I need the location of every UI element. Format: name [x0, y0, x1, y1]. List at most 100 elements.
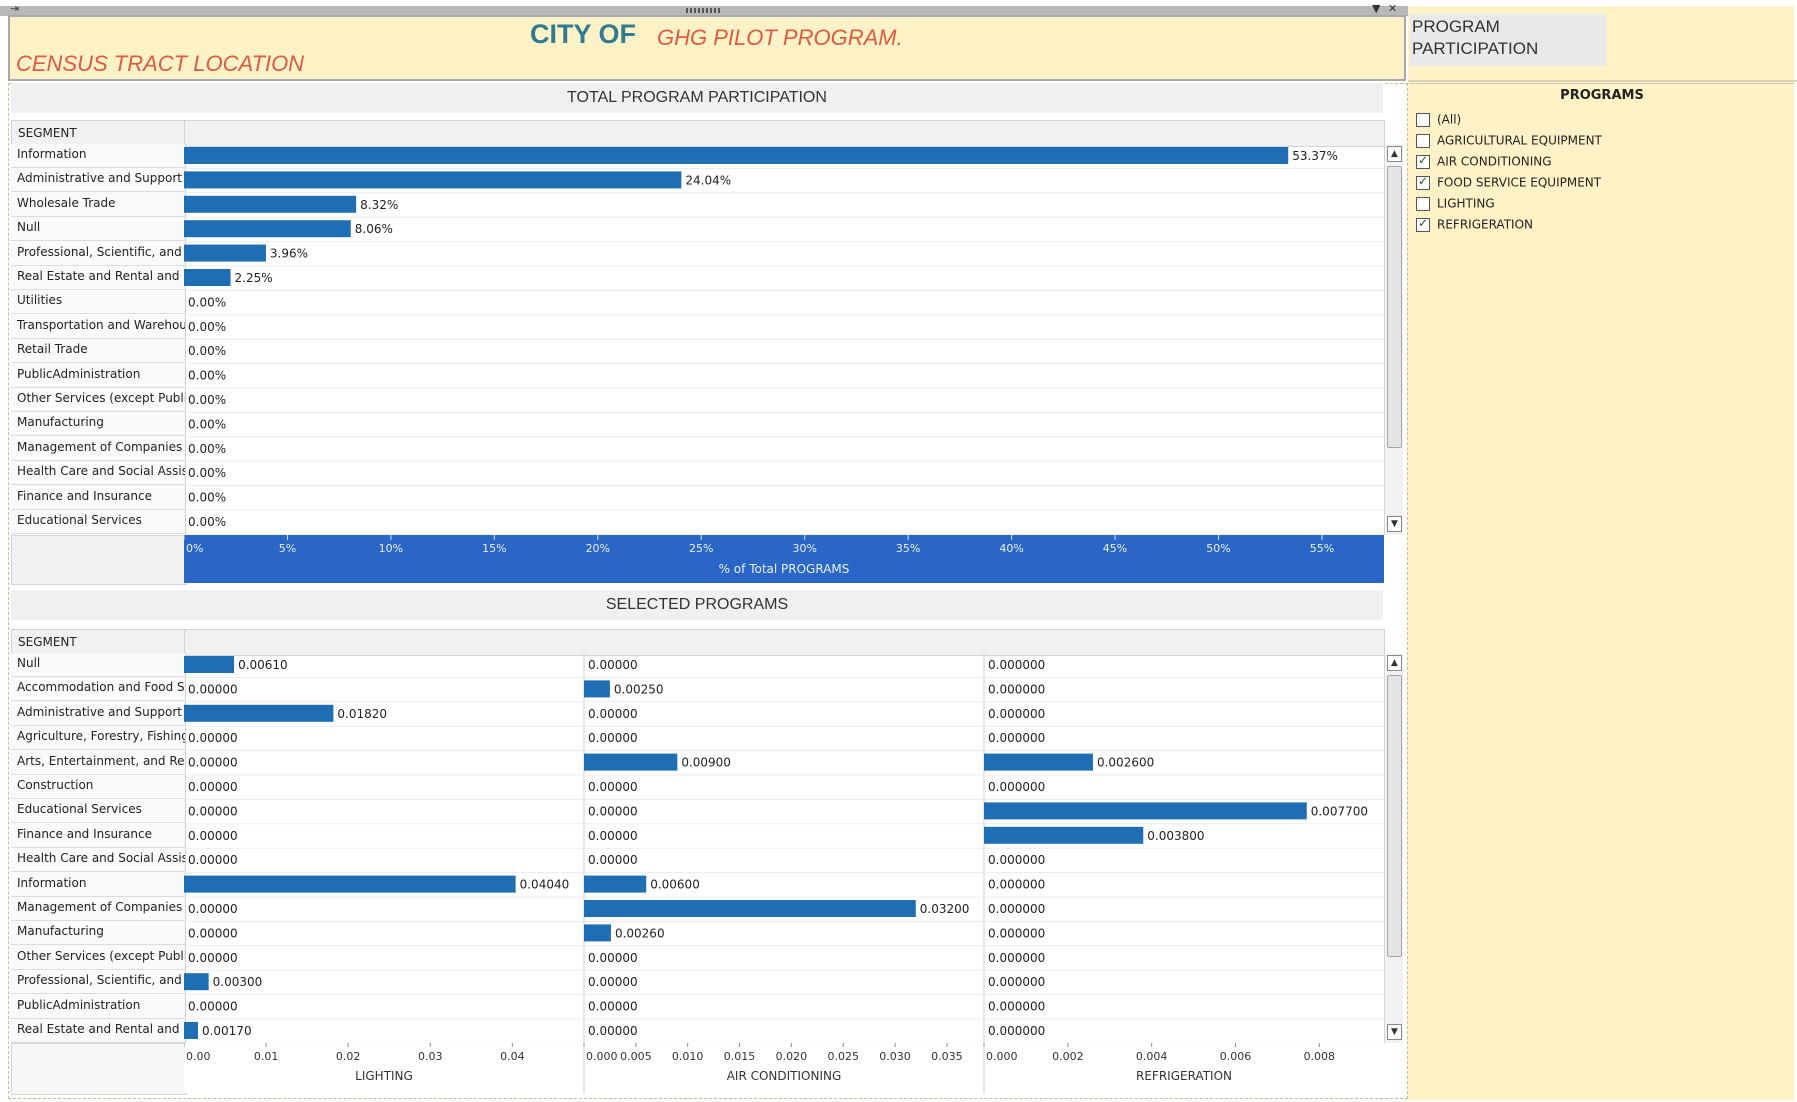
bar-data-label: 0.00% — [188, 417, 226, 431]
segment-row-label[interactable]: Real Estate and Rental and L.. — [11, 1019, 185, 1043]
segment-row-label[interactable]: Information — [11, 144, 185, 168]
segment-row-label[interactable]: Educational Services — [11, 510, 185, 534]
segment-row-label[interactable]: Null — [11, 653, 185, 677]
total-participation-bars: 53.37% 24.04% 8.32% 8.06% 3.96% 2.25% 0.00% 0.0… — [184, 147, 1384, 535]
bar — [184, 220, 351, 238]
filter-item-label: LIGHTING — [1437, 196, 1495, 211]
bar-data-label: 24.04% — [685, 173, 731, 187]
filter-checkbox[interactable] — [1416, 174, 1430, 190]
segment-row-label[interactable]: Null — [11, 217, 185, 242]
segment-row-label[interactable]: Manufacturing — [11, 412, 185, 437]
segment-row-label[interactable]: Transportation and Warehou.. — [11, 315, 185, 339]
segment-row-label[interactable]: Health Care and Social Assist.. — [11, 848, 185, 873]
filter-item[interactable]: LIGHTING — [1416, 196, 1495, 214]
segment-row-label[interactable]: Other Services (except Publi.. — [11, 946, 185, 970]
x-tick-label: 0.010 — [672, 1050, 704, 1063]
segment-row-label[interactable]: Management of Companies .. — [11, 437, 185, 461]
segment-row-label[interactable]: Manufacturing — [11, 921, 185, 946]
close-icon[interactable]: ✕ — [1388, 2, 1397, 15]
bar-data-label: 0.00000 — [188, 804, 238, 818]
segment-row-label[interactable]: Retail Trade — [11, 339, 185, 364]
segment-row-label[interactable]: PublicAdministration — [11, 364, 185, 388]
segment-row-label[interactable]: Information — [11, 873, 185, 897]
filter-item[interactable]: AGRICULTURAL EQUIPMENT — [1416, 133, 1602, 151]
segment-row-label[interactable]: Health Care and Social Assist.. — [11, 461, 185, 486]
drag-handle[interactable] — [686, 8, 722, 13]
scroll-down-arrow-icon-2[interactable]: ▼ — [1387, 1024, 1402, 1040]
selected-programs-bars: 0.006100.000000.018200.000000.000000.000… — [184, 653, 1384, 1043]
segment-row-label[interactable]: Real Estate and Rental and L.. — [11, 266, 185, 290]
segment-row-label[interactable]: Finance and Insurance — [11, 824, 185, 848]
segment-row-label[interactable]: Finance and Insurance — [11, 486, 185, 510]
segment-row-label[interactable]: Professional, Scientific, and .. — [11, 242, 185, 266]
bar-data-label: 0.00000 — [188, 731, 238, 745]
segment-row-label[interactable]: Accommodation and Food S.. — [11, 677, 185, 702]
bar-data-label: 0.000000 — [988, 1000, 1045, 1014]
bar — [984, 802, 1307, 820]
bar-data-label: 0.00900 — [681, 756, 731, 770]
segment-row-label[interactable]: Agriculture, Forestry, Fishing.. — [11, 726, 185, 751]
segment-row-label[interactable]: Administrative and Support a.. — [11, 702, 185, 726]
segment-row-label[interactable]: Other Services (except Publi.. — [11, 388, 185, 412]
bar-data-label: 0.00% — [188, 491, 226, 505]
bar-data-label: 0.00600 — [650, 878, 700, 892]
filter-checkbox[interactable] — [1416, 133, 1430, 148]
bar — [584, 875, 647, 893]
x-tick-label: 0.004 — [1136, 1050, 1168, 1063]
selected-chart-scrollbar[interactable]: ▲ ▼ — [1384, 653, 1403, 1043]
census-subtitle: CENSUS TRACT LOCATION — [16, 51, 305, 76]
filter-checkbox[interactable] — [1416, 112, 1430, 127]
filter-item[interactable]: AIR CONDITIONING — [1416, 153, 1552, 172]
bar-data-label: 0.03200 — [920, 902, 970, 916]
header-divider-2 — [184, 630, 185, 654]
bar-data-label: 0.00% — [188, 369, 226, 383]
bar-data-label: 0.000000 — [988, 658, 1045, 672]
filter-item[interactable]: FOOD SERVICE EQUIPMENT — [1416, 174, 1602, 193]
bar-data-label: 0.00% — [188, 515, 226, 529]
segment-row-label[interactable]: Arts, Entertainment, and Rec.. — [11, 751, 185, 775]
bar — [584, 924, 611, 942]
segment-row-label[interactable]: Utilities — [11, 290, 185, 315]
bar — [184, 656, 235, 673]
segment-row-label[interactable]: Administrative and Support a.. — [11, 168, 185, 193]
filter-checkbox[interactable] — [1416, 153, 1430, 169]
filter-item-label: AGRICULTURAL EQUIPMENT — [1437, 133, 1602, 148]
filter-checkbox[interactable] — [1416, 216, 1430, 232]
dashboard-header: CITY OF GHG PILOT PROGRAM. CENSUS TRACT … — [8, 15, 1406, 81]
segment-header-row: SEGMENT — [11, 120, 1385, 147]
bar-data-label: 0.00000 — [588, 804, 638, 818]
bar-data-label: 0.00000 — [588, 853, 638, 867]
bar — [584, 753, 678, 771]
x-tick-label: 0.000 — [986, 1050, 1018, 1063]
total-chart-scrollbar[interactable]: ▲ ▼ — [1384, 144, 1403, 535]
bar-data-label: 0.000000 — [988, 731, 1045, 745]
dropdown-arrow-icon[interactable]: ▼ — [1372, 2, 1380, 15]
x-tick-label: 0.020 — [776, 1050, 808, 1063]
segment-row-label[interactable]: Wholesale Trade — [11, 193, 185, 217]
bar-data-label: 0.00000 — [588, 1024, 638, 1038]
segment-row-label[interactable]: Professional, Scientific, and .. — [11, 970, 185, 995]
bar-data-label: 0.00000 — [188, 902, 238, 916]
filter-checkbox[interactable] — [1416, 196, 1430, 211]
scroll-thumb[interactable] — [1387, 166, 1402, 448]
segment-row-label[interactable]: Management of Companies .. — [11, 897, 185, 921]
segment-labels-total: Information Administrative and Support a.… — [11, 144, 186, 535]
bar-data-label: 0.00000 — [188, 756, 238, 770]
scroll-up-arrow-icon[interactable]: ▲ — [1387, 146, 1402, 162]
scroll-down-arrow-icon[interactable]: ▼ — [1387, 516, 1402, 532]
x-tick-label: 25% — [689, 542, 713, 555]
scroll-up-arrow-icon-2[interactable]: ▲ — [1387, 655, 1402, 671]
segment-row-label[interactable]: Educational Services — [11, 799, 185, 824]
bar-data-label: 0.00000 — [188, 829, 238, 843]
filter-item-label: FOOD SERVICE EQUIPMENT — [1437, 175, 1602, 190]
filter-item[interactable]: (All) — [1416, 112, 1461, 130]
segment-row-label[interactable]: Construction — [11, 775, 185, 799]
pin-icon[interactable]: ⇥ — [10, 2, 19, 15]
bar-data-label: 0.00000 — [188, 1000, 238, 1014]
bar-data-label: 0.000000 — [988, 975, 1045, 989]
scroll-thumb-2[interactable] — [1387, 675, 1402, 957]
segment-row-label[interactable]: PublicAdministration — [11, 995, 185, 1019]
filter-item[interactable]: REFRIGERATION — [1416, 216, 1533, 235]
bar-data-label: 0.000000 — [988, 780, 1045, 794]
programs-filter-title: PROGRAMS — [1560, 88, 1644, 103]
